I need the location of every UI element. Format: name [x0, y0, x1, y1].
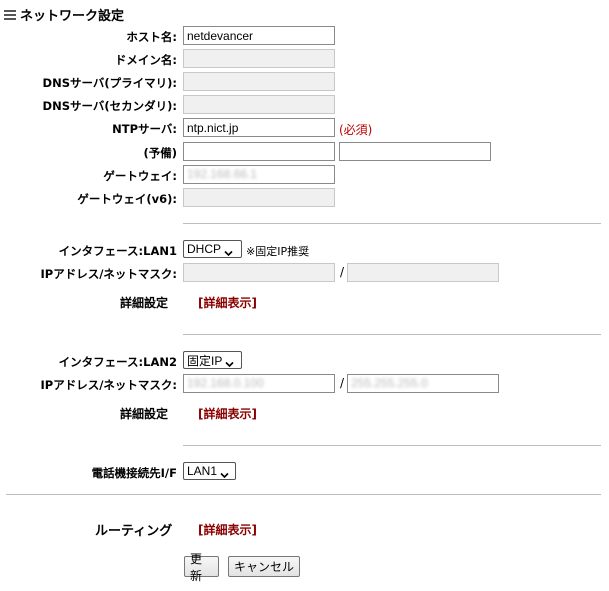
dns-secondary-label: DNSサーバ(セカンダリ):: [42, 99, 177, 113]
hostname-input[interactable]: [183, 26, 335, 45]
phone-interface-select[interactable]: LAN1: [183, 462, 236, 480]
hostname-label: ホスト名:: [126, 30, 177, 44]
required-note: (必須): [339, 123, 373, 137]
lan2-ip-value: 192.168.0.100: [187, 376, 264, 390]
divider: [183, 445, 601, 446]
routing-label: ルーティング: [95, 524, 173, 539]
lan1-slash: /: [340, 265, 345, 279]
lan2-detail-link[interactable]: [詳細表示]: [198, 405, 257, 422]
lan2-mask-value: 255.255.255.0: [351, 376, 428, 390]
lan1-mask-input[interactable]: [347, 263, 499, 282]
dns-primary-label: DNSサーバ(プライマリ):: [42, 76, 177, 90]
phone-interface-label: 電話機接続先I/F: [91, 466, 177, 480]
page-title-text: ネットワーク設定: [20, 9, 125, 24]
chevron-down-icon: [224, 246, 233, 256]
divider: [183, 334, 601, 335]
dns-secondary-input[interactable]: [183, 95, 335, 114]
lan1-mode-select[interactable]: DHCP: [183, 240, 242, 258]
backup-ntp-input-1[interactable]: [183, 142, 335, 161]
lan1-mode-value: DHCP: [187, 242, 222, 256]
domain-label: ドメイン名:: [114, 53, 177, 67]
lan2-ip-input[interactable]: 192.168.0.100: [183, 374, 335, 393]
cancel-button[interactable]: キャンセル: [228, 556, 300, 577]
lan2-mode-select[interactable]: 固定IP: [183, 351, 242, 369]
ntp-label: NTPサーバ:: [112, 122, 177, 136]
lan1-ip-mask-label: IPアドレス/ネットマスク:: [40, 267, 177, 281]
domain-input[interactable]: [183, 49, 335, 68]
gateway-input[interactable]: 192.168.66.1: [183, 165, 335, 184]
dns-primary-input[interactable]: [183, 72, 335, 91]
lan1-ip-input[interactable]: [183, 263, 335, 282]
lan1-interface-label: インタフェース:LAN1: [58, 244, 177, 258]
lan2-mode-value: 固定IP: [187, 353, 223, 368]
ntp-input[interactable]: [183, 118, 335, 137]
lan1-detail-label: 詳細設定: [120, 296, 169, 310]
page-title: ネットワーク設定: [4, 5, 124, 24]
divider: [183, 223, 601, 224]
gateway-v6-label: ゲートウェイ(v6):: [77, 192, 177, 206]
lan1-note: ※固定IP推奨: [246, 245, 310, 258]
gateway-value: 192.168.66.1: [187, 167, 258, 181]
backup-ntp-label: (予備): [143, 146, 177, 160]
lan1-detail-link[interactable]: [詳細表示]: [198, 294, 257, 311]
lan2-slash: /: [340, 376, 345, 390]
lan2-ip-mask-label: IPアドレス/ネットマスク:: [40, 378, 177, 392]
gateway-label: ゲートウェイ:: [103, 169, 177, 183]
chevron-down-icon: [220, 468, 229, 478]
phone-interface-value: LAN1: [187, 464, 218, 478]
backup-ntp-input-2[interactable]: [339, 142, 491, 161]
update-button[interactable]: 更新: [184, 552, 219, 583]
chevron-down-icon: [225, 357, 234, 367]
routing-detail-link[interactable]: [詳細表示]: [198, 521, 257, 538]
section-divider: [6, 494, 601, 495]
list-icon: [4, 9, 16, 21]
lan2-mask-input[interactable]: 255.255.255.0: [347, 374, 499, 393]
lan2-interface-label: インタフェース:LAN2: [58, 355, 177, 369]
lan2-detail-label: 詳細設定: [120, 407, 169, 421]
gateway-v6-input[interactable]: [183, 188, 335, 207]
